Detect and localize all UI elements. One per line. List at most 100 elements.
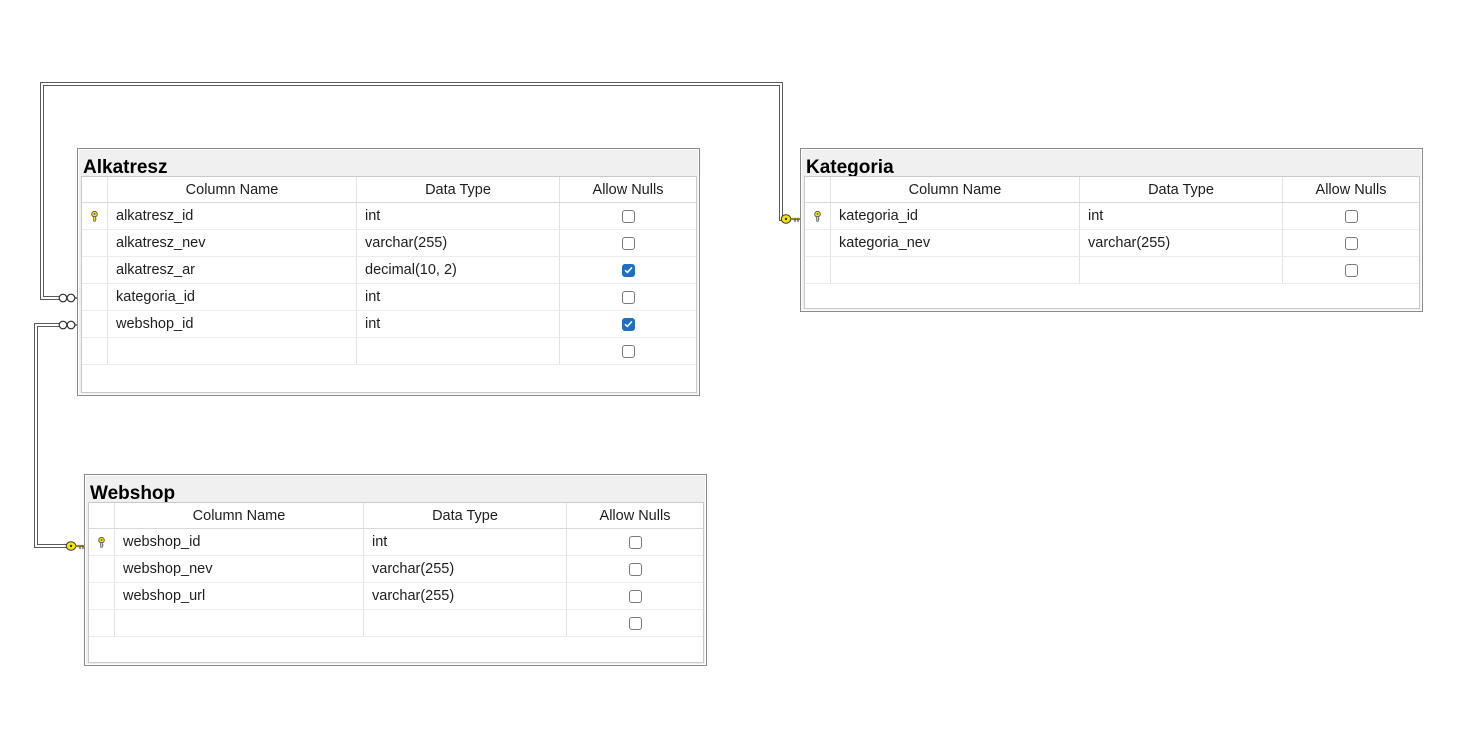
- allow-nulls-checkbox[interactable]: [628, 589, 642, 603]
- allow-nulls-cell: [1283, 203, 1419, 229]
- table-row[interactable]: kategoria_id int: [82, 284, 696, 311]
- data-type-cell[interactable]: decimal(10, 2): [357, 257, 560, 283]
- row-selector-header[interactable]: [805, 177, 831, 202]
- data-type-cell[interactable]: int: [357, 203, 560, 229]
- allow-nulls-checkbox[interactable]: [628, 562, 642, 576]
- allow-nulls-cell: [567, 583, 703, 609]
- column-name-cell[interactable]: alkatresz_ar: [108, 257, 357, 283]
- row-selector[interactable]: [89, 529, 115, 555]
- table-alkatresz[interactable]: Alkatresz Column Name Data Type Allow Null…: [77, 148, 700, 396]
- data-type-cell[interactable]: varchar(255): [364, 556, 567, 582]
- row-selector[interactable]: [82, 203, 108, 229]
- allow-nulls-checkbox[interactable]: [621, 344, 635, 358]
- one-end-key-icon: [65, 541, 85, 551]
- column-name-cell[interactable]: webshop_id: [115, 529, 364, 555]
- column-name-cell[interactable]: [831, 257, 1080, 283]
- column-name-cell[interactable]: kategoria_id: [831, 203, 1080, 229]
- data-type-header[interactable]: Data Type: [357, 177, 560, 202]
- allow-nulls-checkbox[interactable]: [621, 290, 635, 304]
- allow-nulls-cell: [560, 203, 696, 229]
- allow-nulls-checkbox[interactable]: [1344, 263, 1358, 277]
- columns-grid[interactable]: Column Name Data Type Allow Nulls webshop_i…: [88, 502, 704, 663]
- table-row[interactable]: kategoria_nev varchar(255): [805, 230, 1419, 257]
- allow-nulls-checkbox[interactable]: [621, 317, 635, 331]
- data-type-cell[interactable]: varchar(255): [357, 230, 560, 256]
- column-name-cell[interactable]: webshop_url: [115, 583, 364, 609]
- column-name-cell[interactable]: kategoria_nev: [831, 230, 1080, 256]
- row-selector[interactable]: [82, 311, 108, 337]
- row-selector[interactable]: [82, 284, 108, 310]
- data-type-cell[interactable]: varchar(255): [364, 583, 567, 609]
- allow-nulls-cell: [560, 284, 696, 310]
- column-name-header[interactable]: Column Name: [108, 177, 357, 202]
- data-type-header[interactable]: Data Type: [364, 503, 567, 528]
- table-webshop[interactable]: Webshop Column Name Data Type Allow Nulls w…: [84, 474, 707, 666]
- data-type-cell[interactable]: int: [1080, 203, 1283, 229]
- row-selector-header[interactable]: [82, 177, 108, 202]
- column-name-cell[interactable]: [108, 338, 357, 364]
- row-selector[interactable]: [89, 610, 115, 636]
- column-name-header[interactable]: Column Name: [831, 177, 1080, 202]
- table-row[interactable]: alkatresz_id int: [82, 203, 696, 230]
- column-header-row: Column Name Data Type Allow Nulls: [805, 177, 1419, 203]
- allow-nulls-cell: [560, 338, 696, 364]
- table-row[interactable]: alkatresz_nev varchar(255): [82, 230, 696, 257]
- table-row[interactable]: webshop_url varchar(255): [89, 583, 703, 610]
- data-type-header[interactable]: Data Type: [1080, 177, 1283, 202]
- data-type-cell[interactable]: [364, 610, 567, 636]
- column-name-cell[interactable]: alkatresz_id: [108, 203, 357, 229]
- allow-nulls-header[interactable]: Allow Nulls: [1283, 177, 1419, 202]
- allow-nulls-checkbox[interactable]: [1344, 236, 1358, 250]
- allow-nulls-cell: [560, 257, 696, 283]
- primary-key-icon: [90, 210, 99, 222]
- row-selector[interactable]: [805, 257, 831, 283]
- column-name-cell[interactable]: webshop_nev: [115, 556, 364, 582]
- row-selector[interactable]: [82, 257, 108, 283]
- table-row[interactable]: webshop_nev varchar(255): [89, 556, 703, 583]
- table-row[interactable]: kategoria_id int: [805, 203, 1419, 230]
- row-selector[interactable]: [82, 230, 108, 256]
- allow-nulls-checkbox[interactable]: [621, 263, 635, 277]
- column-name-cell[interactable]: alkatresz_nev: [108, 230, 357, 256]
- columns-grid[interactable]: Column Name Data Type Allow Nulls kategoria…: [804, 176, 1420, 309]
- allow-nulls-cell: [560, 311, 696, 337]
- allow-nulls-cell: [567, 529, 703, 555]
- table-row[interactable]: [89, 610, 703, 637]
- data-type-cell[interactable]: int: [364, 529, 567, 555]
- row-selector-header[interactable]: [89, 503, 115, 528]
- table-row[interactable]: [82, 338, 696, 365]
- primary-key-icon: [813, 210, 822, 222]
- data-type-cell[interactable]: [357, 338, 560, 364]
- allow-nulls-header[interactable]: Allow Nulls: [567, 503, 703, 528]
- table-row[interactable]: [805, 257, 1419, 284]
- allow-nulls-checkbox[interactable]: [628, 616, 642, 630]
- row-selector[interactable]: [89, 556, 115, 582]
- table-kategoria[interactable]: Kategoria Column Name Data Type Allow Null…: [800, 148, 1423, 312]
- column-header-row: Column Name Data Type Allow Nulls: [82, 177, 696, 203]
- column-name-header[interactable]: Column Name: [115, 503, 364, 528]
- columns-grid[interactable]: Column Name Data Type Allow Nulls alkatresz…: [81, 176, 697, 393]
- data-type-cell[interactable]: int: [357, 311, 560, 337]
- table-row[interactable]: alkatresz_ar decimal(10, 2): [82, 257, 696, 284]
- row-selector[interactable]: [82, 338, 108, 364]
- data-type-cell[interactable]: varchar(255): [1080, 230, 1283, 256]
- data-type-cell[interactable]: int: [357, 284, 560, 310]
- allow-nulls-checkbox[interactable]: [628, 535, 642, 549]
- row-selector[interactable]: [89, 583, 115, 609]
- allow-nulls-checkbox[interactable]: [621, 236, 635, 250]
- allow-nulls-header[interactable]: Allow Nulls: [560, 177, 696, 202]
- table-row[interactable]: webshop_id int: [82, 311, 696, 338]
- column-name-cell[interactable]: kategoria_id: [108, 284, 357, 310]
- primary-key-icon: [97, 536, 106, 548]
- allow-nulls-checkbox[interactable]: [1344, 209, 1358, 223]
- allow-nulls-cell: [560, 230, 696, 256]
- one-end-key-icon: [780, 214, 800, 224]
- row-selector[interactable]: [805, 203, 831, 229]
- allow-nulls-checkbox[interactable]: [621, 209, 635, 223]
- table-row[interactable]: webshop_id int: [89, 529, 703, 556]
- row-selector[interactable]: [805, 230, 831, 256]
- column-name-cell[interactable]: [115, 610, 364, 636]
- column-name-cell[interactable]: webshop_id: [108, 311, 357, 337]
- column-header-row: Column Name Data Type Allow Nulls: [89, 503, 703, 529]
- data-type-cell[interactable]: [1080, 257, 1283, 283]
